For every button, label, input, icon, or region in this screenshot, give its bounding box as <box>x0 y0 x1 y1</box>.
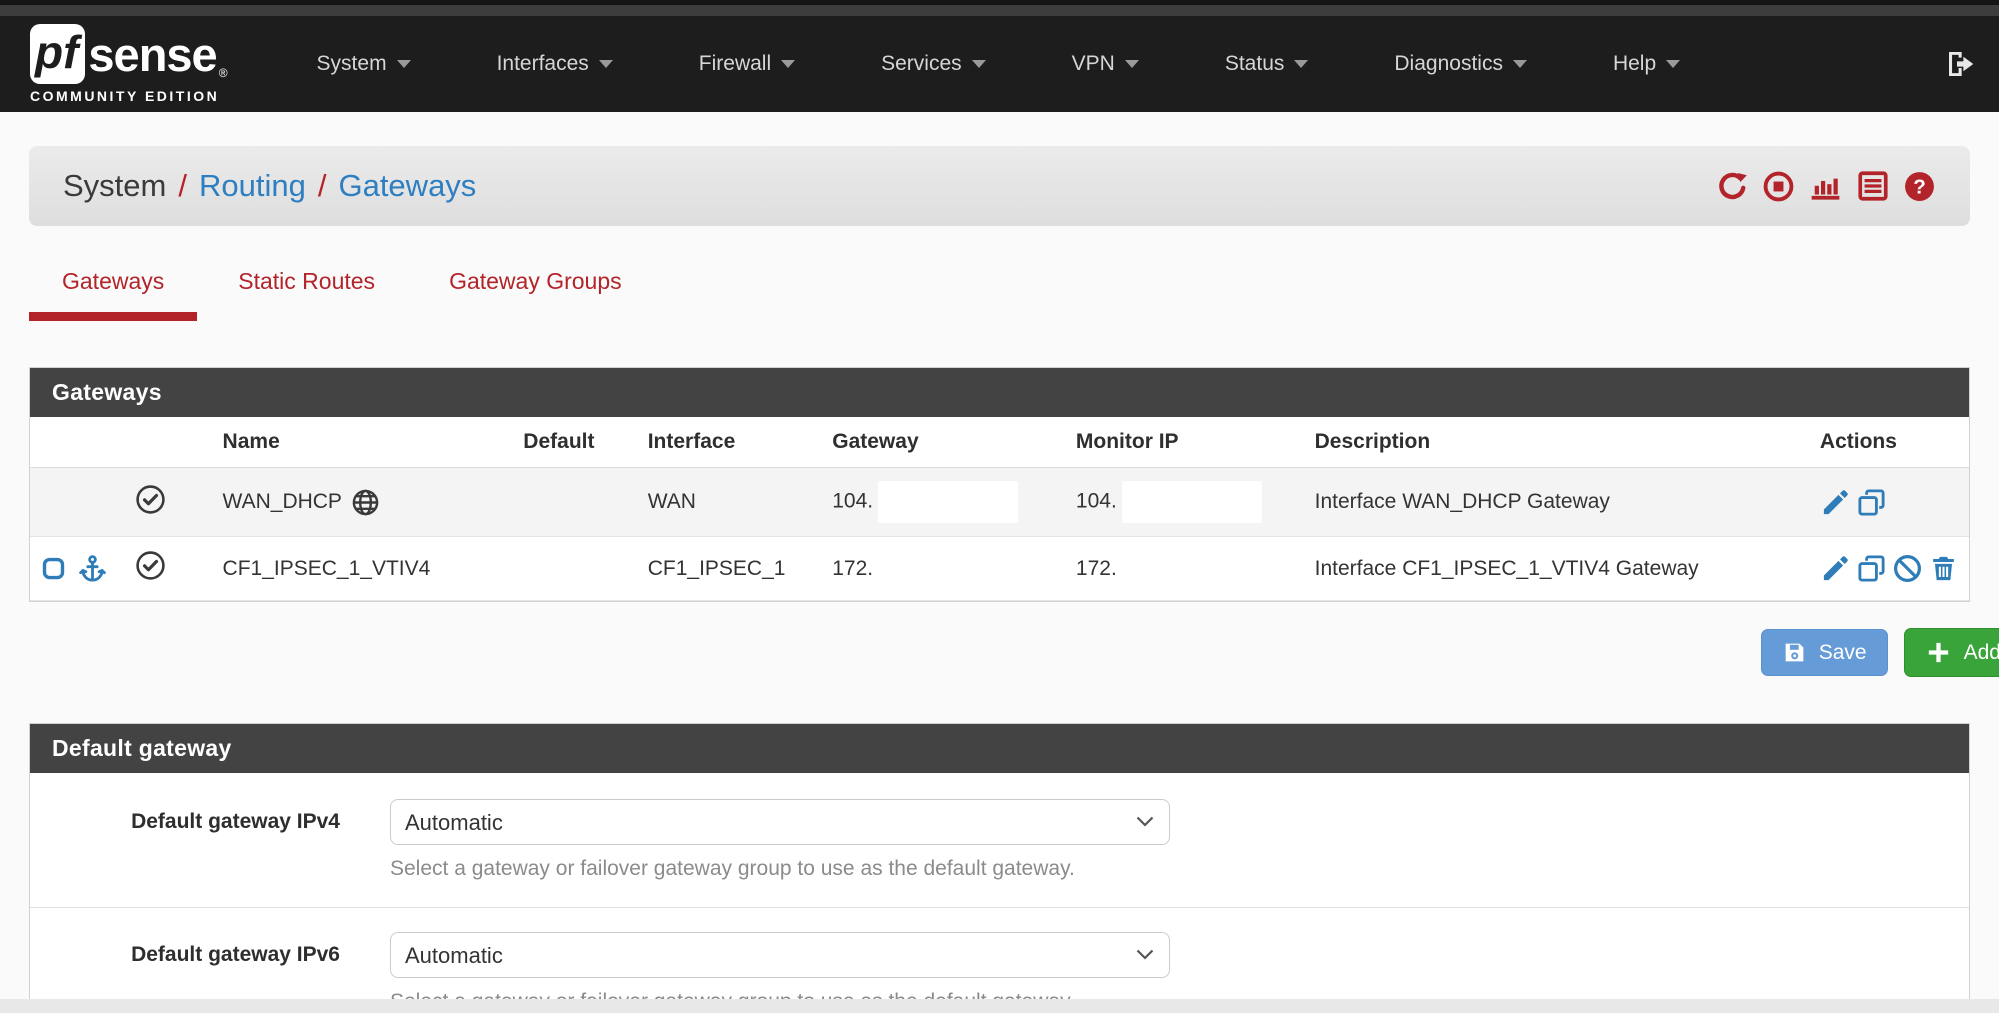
list-icon[interactable] <box>1856 169 1890 203</box>
pfsense-logo-sense: sense <box>88 27 216 82</box>
community-edition-label: COMMUNITY EDITION <box>30 88 228 104</box>
disable-ban-icon[interactable] <box>1892 553 1923 584</box>
gateway-interface: CF1_IPSEC_1 <box>638 537 823 601</box>
menu-help[interactable]: Help <box>1570 52 1723 76</box>
gateway-name: CF1_IPSEC_1_VTIV4 <box>195 537 514 601</box>
caret-down-icon <box>781 60 795 68</box>
breadcrumb-separator: / <box>178 168 187 204</box>
pfsense-logo[interactable]: pf sense ® COMMUNITY EDITION <box>30 24 228 104</box>
page-action-icons: ? <box>1716 169 1936 204</box>
help-circle-icon[interactable]: ? <box>1903 170 1936 203</box>
tab-gateways[interactable]: Gateways <box>29 268 197 321</box>
menu-vpn[interactable]: VPN <box>1029 52 1182 76</box>
tab-gateway-groups[interactable]: Gateway Groups <box>416 268 655 321</box>
default-gateway-ipv4-label: Default gateway IPv4 <box>70 799 340 834</box>
redaction-box <box>878 481 1018 523</box>
plus-icon <box>1925 639 1952 666</box>
table-row: WAN_DHCP WAN 104. 104. <box>30 468 1969 537</box>
gateway-default <box>513 468 637 537</box>
gateway-description: Interface WAN_DHCP Gateway <box>1305 468 1810 537</box>
gateways-panel: Gateways Name Default Interface Gateway <box>29 367 1970 602</box>
refresh-icon[interactable] <box>1716 170 1749 203</box>
col-name: Name <box>195 417 514 468</box>
check-circle-icon <box>135 550 166 581</box>
caret-down-icon <box>1513 60 1527 68</box>
tab-static-routes[interactable]: Static Routes <box>205 268 408 321</box>
sign-out-icon[interactable] <box>1945 48 1977 80</box>
menu-status[interactable]: Status <box>1182 52 1352 76</box>
table-buttons: Save Add <box>29 628 1970 677</box>
save-button[interactable]: Save <box>1761 629 1888 676</box>
menu-diagnostics[interactable]: Diagnostics <box>1351 52 1570 76</box>
globe-icon <box>351 488 380 517</box>
table-row: CF1_IPSEC_1_VTIV4 CF1_IPSEC_1 172. 172. … <box>30 537 1969 601</box>
stop-circle-icon[interactable] <box>1762 170 1795 203</box>
default-gateway-ipv4-help: Select a gateway or failover gateway gro… <box>390 857 1170 881</box>
gateway-default <box>513 537 637 601</box>
col-actions: Actions <box>1810 417 1969 468</box>
page-bottom-strip <box>0 999 1999 1013</box>
top-navbar: pf sense ® COMMUNITY EDITION System Inte… <box>0 16 1999 112</box>
monitor-ip: 104. <box>1076 490 1117 513</box>
redaction-box <box>1122 481 1262 523</box>
caret-down-icon <box>397 60 411 68</box>
monitor-ip: 172. <box>1066 537 1305 601</box>
caret-down-icon <box>1666 60 1680 68</box>
gateways-panel-title: Gateways <box>30 368 1969 417</box>
pfsense-gateways-page: pf sense ® COMMUNITY EDITION System Inte… <box>0 0 1999 1013</box>
col-monitor-ip: Monitor IP <box>1066 417 1305 468</box>
check-circle-icon <box>135 484 166 515</box>
registered-mark: ® <box>219 66 228 80</box>
breadcrumb-link-gateways[interactable]: Gateways <box>338 168 476 204</box>
checkbox-outline-icon[interactable] <box>40 555 67 582</box>
table-header-row: Name Default Interface Gateway Monitor I… <box>30 417 1969 468</box>
caret-down-icon <box>599 60 613 68</box>
edit-pencil-icon[interactable] <box>1820 487 1851 518</box>
breadcrumb: System / Routing / Gateways <box>29 146 1970 226</box>
copy-icon[interactable] <box>1856 487 1887 518</box>
default-gateway-panel-title: Default gateway <box>30 724 1969 773</box>
delete-trash-icon[interactable] <box>1928 553 1959 584</box>
default-gateway-panel: Default gateway Default gateway IPv4 Aut… <box>29 723 1970 1013</box>
default-gateway-ipv6-group: Default gateway IPv6 Automatic Select a … <box>30 907 1969 1013</box>
col-description: Description <box>1305 417 1810 468</box>
save-floppy-icon <box>1782 640 1807 665</box>
gateway-address: 172. <box>822 537 1066 601</box>
caret-down-icon <box>1294 60 1308 68</box>
svg-text:?: ? <box>1913 175 1926 198</box>
gateway-interface: WAN <box>638 468 823 537</box>
add-button[interactable]: Add <box>1904 628 1999 677</box>
default-gateway-ipv6-select[interactable]: Automatic <box>390 932 1170 978</box>
gateways-table: Name Default Interface Gateway Monitor I… <box>30 417 1969 601</box>
menu-interfaces[interactable]: Interfaces <box>454 52 656 76</box>
copy-icon[interactable] <box>1856 553 1887 584</box>
main-menu: System Interfaces Firewall Services VPN … <box>274 52 1724 76</box>
breadcrumb-separator: / <box>318 168 327 204</box>
edit-pencil-icon[interactable] <box>1820 553 1851 584</box>
pfsense-logo-pf: pf <box>30 24 85 84</box>
window-chrome-strip <box>0 0 1999 16</box>
bar-chart-icon[interactable] <box>1808 169 1843 204</box>
col-default: Default <box>513 417 637 468</box>
default-gateway-ipv4-group: Default gateway IPv4 Automatic Select a … <box>30 797 1969 907</box>
caret-down-icon <box>1125 60 1139 68</box>
breadcrumb-link-routing[interactable]: Routing <box>199 168 306 204</box>
routing-tabs: Gateways Static Routes Gateway Groups <box>29 268 1970 321</box>
caret-down-icon <box>972 60 986 68</box>
gateway-address: 104. <box>832 490 873 513</box>
menu-firewall[interactable]: Firewall <box>656 52 838 76</box>
menu-services[interactable]: Services <box>838 52 1029 76</box>
default-gateway-ipv6-label: Default gateway IPv6 <box>70 932 340 967</box>
col-interface: Interface <box>638 417 823 468</box>
col-gateway: Gateway <box>822 417 1066 468</box>
breadcrumb-section: System <box>63 168 166 204</box>
menu-system[interactable]: System <box>274 52 454 76</box>
anchor-icon <box>77 553 108 584</box>
default-gateway-ipv4-select[interactable]: Automatic <box>390 799 1170 845</box>
gateway-description: Interface CF1_IPSEC_1_VTIV4 Gateway <box>1305 537 1810 601</box>
gateway-name: WAN_DHCP <box>223 490 342 514</box>
